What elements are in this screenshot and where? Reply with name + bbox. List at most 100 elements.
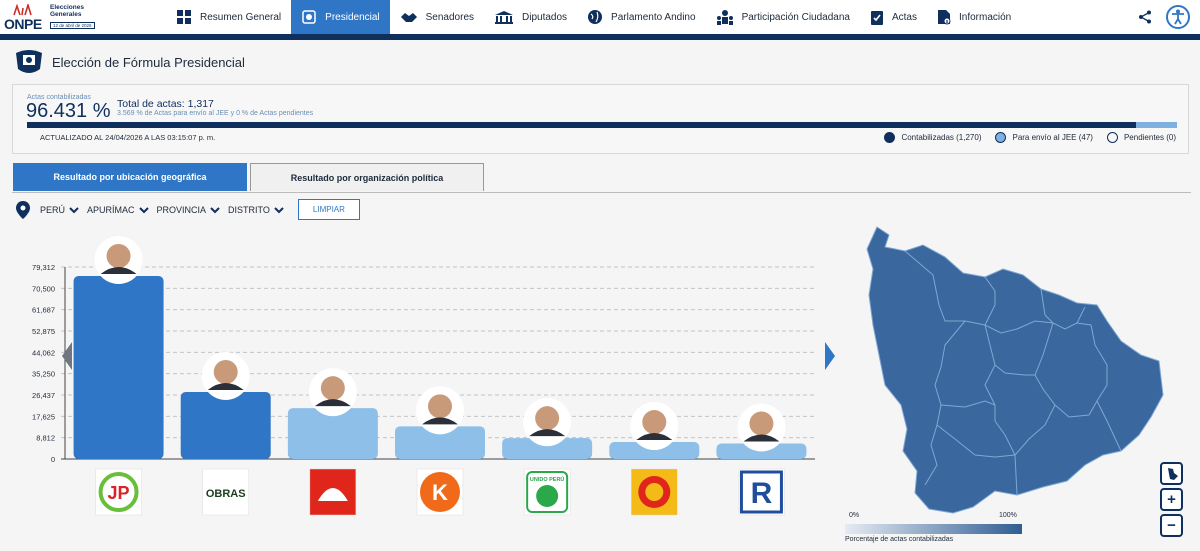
candidate-face <box>749 411 774 436</box>
map-legend-min: 0% <box>849 512 860 519</box>
logo-text: ONPE <box>4 16 42 32</box>
actas-subtext: 3.569 % de Actas para envío al JEE y 0 %… <box>117 110 314 117</box>
y-tick-label: 70,500 <box>32 284 55 293</box>
nav-presidencial[interactable]: Presidencial <box>291 0 390 34</box>
handshake-icon <box>400 13 417 22</box>
chevron-down-icon <box>138 206 149 213</box>
y-tick-label: 79,312 <box>32 263 55 272</box>
logo-title: Elecciones Generales <box>50 4 84 18</box>
candidate-face <box>428 394 452 419</box>
y-tick-label: 52,875 <box>32 327 55 336</box>
clipboard-check-icon <box>870 11 883 25</box>
party-logo-text: K <box>432 480 448 505</box>
map-legend-caption: Porcentaje de actas contabilizadas <box>845 536 954 543</box>
map-region-outline[interactable] <box>866 226 1164 514</box>
filter-label: APURÍMAC <box>87 204 135 215</box>
map-legend: 0% 100% Porcentaje de actas contabilizad… <box>845 510 1025 546</box>
y-tick-label: 44,062 <box>32 348 55 357</box>
actas-total: Total de actas: 1,317 <box>117 98 214 110</box>
top-navigation-bar: ONPE Elecciones Generales 12 de abril de… <box>0 0 1200 40</box>
nav-senadores[interactable]: Senadores <box>390 0 484 34</box>
legend-dot <box>1106 132 1118 143</box>
main-nav: Resumen General Presidencial Senadores D… <box>166 0 1021 34</box>
y-tick-label: 17,625 <box>32 412 55 421</box>
share-icon[interactable] <box>1138 10 1152 24</box>
info-document-icon <box>937 10 951 25</box>
party-logo-emblem <box>536 485 559 507</box>
accessibility-icon <box>1172 9 1184 25</box>
party-logo-text: UNIDO PERÚ <box>530 476 565 483</box>
chevron-down-icon <box>210 206 220 213</box>
nav-informacion[interactable]: Información <box>927 0 1021 34</box>
results-bar-chart: 0 8,812 17,625 26,437 35,250 44,062 52,875 61,6… <box>32 235 835 516</box>
actas-percent: 96.431 % <box>26 100 111 122</box>
y-tick-label: 8,812 <box>36 434 55 443</box>
status-legend: Contabilizadas (1,270) Para envío al JEE… <box>870 132 1176 143</box>
legend-label: Pendientes (0) <box>1123 133 1176 142</box>
zoom-in-button[interactable]: + <box>1160 488 1183 511</box>
map-legend-gradient <box>845 524 1022 534</box>
map-legend-max: 100% <box>999 512 1017 519</box>
filter-departamento[interactable]: APURÍMAC <box>87 205 149 215</box>
filter-label: PERÚ <box>40 204 66 215</box>
y-tick-label: 61,687 <box>32 306 55 315</box>
y-tick-label: 35,250 <box>32 370 55 379</box>
onpe-logo[interactable]: ONPE Elecciones Generales 12 de abril de… <box>4 2 95 32</box>
result-tabs: Resultado por ubicación geográfica Resul… <box>12 163 1191 193</box>
top-right-actions <box>1138 0 1200 34</box>
filter-provincia[interactable]: PROVINCIA <box>157 205 221 215</box>
nav-parlamento-andino[interactable]: Parlamento Andino <box>577 0 706 34</box>
nav-diputados[interactable]: Diputados <box>484 0 577 34</box>
grid-icon <box>177 10 191 24</box>
filter-label: PROVINCIA <box>156 204 207 215</box>
chevron-down-icon <box>274 206 284 213</box>
legend-label: Contabilizadas (1,270) <box>901 133 982 142</box>
location-filters: PERÚ APURÍMAC PROVINCIA DISTRITO LIMPIAR <box>16 199 360 220</box>
nav-label: Senadores <box>425 11 475 23</box>
candidate-face <box>535 406 560 431</box>
tab-ubicacion-geografica[interactable]: Resultado por ubicación geográfica <box>13 163 247 191</box>
zoom-out-button[interactable]: − <box>1160 514 1183 537</box>
nav-label: Resumen General <box>200 11 282 23</box>
presidential-seal-icon <box>16 50 42 73</box>
nav-label: Participación Ciudadana <box>741 11 850 23</box>
y-tick-label: 0 <box>51 455 55 464</box>
nav-participacion-ciudadana[interactable]: Participación Ciudadana <box>706 0 860 34</box>
legend-label: Para envío al JEE (47) <box>1012 133 1093 142</box>
presidential-seal-icon <box>302 10 316 24</box>
party-logo-text: JP <box>108 483 130 503</box>
nav-label: Información <box>958 11 1012 23</box>
candidate-face <box>320 376 345 401</box>
filter-distrito[interactable]: DISTRITO <box>228 205 284 215</box>
nav-label: Parlamento Andino <box>611 11 696 23</box>
nav-actas[interactable]: Actas <box>860 0 927 34</box>
nav-label: Presidencial <box>325 11 380 23</box>
filter-label: DISTRITO <box>228 204 270 215</box>
map-region-icon <box>1167 467 1178 480</box>
nav-label: Actas <box>891 11 917 23</box>
filter-pais[interactable]: PERÚ <box>40 205 79 215</box>
map-reset-button[interactable] <box>1160 462 1183 485</box>
bar <box>180 391 271 459</box>
prev-arrow-icon[interactable] <box>62 342 72 370</box>
next-arrow-icon[interactable] <box>825 342 835 370</box>
accessibility-button[interactable] <box>1166 5 1190 29</box>
legend-dot <box>995 132 1007 143</box>
y-tick-label: 26,437 <box>32 391 55 400</box>
legend-jee: Para envío al JEE (47) <box>995 132 1093 143</box>
updated-timestamp: ACTUALIZADO AL 24/04/2026 A LAS 03:15:07… <box>40 133 216 142</box>
legend-contabilizadas: Contabilizadas (1,270) <box>884 132 981 143</box>
summary-panel: Actas contabilizadas 96.431 % Total de a… <box>12 84 1189 154</box>
plus-icon: + <box>1167 491 1176 508</box>
clear-filters-button[interactable]: LIMPIAR <box>297 199 360 220</box>
legend-pendientes: Pendientes (0) <box>1106 132 1176 143</box>
tab-organizacion-politica[interactable]: Resultado por organización política <box>250 163 484 191</box>
nav-label: Diputados <box>522 11 568 23</box>
bar <box>73 275 164 459</box>
region-map <box>866 226 1164 514</box>
nav-resumen-general[interactable]: Resumen General <box>166 0 291 34</box>
candidate-face <box>642 410 667 435</box>
globe-icon <box>588 10 603 24</box>
onpe-mark-icon <box>13 4 32 16</box>
party-logo-text: R <box>751 477 773 510</box>
